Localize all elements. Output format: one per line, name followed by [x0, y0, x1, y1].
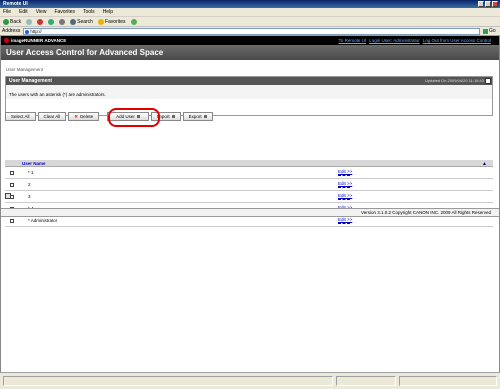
refresh-icon[interactable]	[485, 78, 491, 84]
star-icon	[97, 18, 104, 25]
ie-page-icon	[25, 29, 30, 34]
address-input[interactable]: http://	[23, 27, 480, 35]
expand-icon[interactable]	[5, 193, 11, 199]
canon-logo-icon	[4, 38, 9, 43]
stop-icon	[37, 18, 44, 25]
edit-link[interactable]: Edit >>	[338, 181, 352, 188]
export-button[interactable]: Export	[182, 112, 213, 121]
edit-link[interactable]: Edit >>	[338, 193, 352, 200]
menu-edit[interactable]: Edit	[19, 9, 28, 15]
forward-button[interactable]	[26, 18, 33, 25]
maximize-button[interactable]	[485, 1, 491, 7]
delete-button[interactable]: ✕ Delete	[68, 112, 100, 121]
back-arrow-icon	[3, 18, 9, 25]
to-remote-ui-link[interactable]: To Remote UI	[339, 38, 367, 43]
user-management-section: User Management Updated On 2009/04/20 11…	[5, 76, 493, 116]
refresh-icon	[48, 18, 55, 25]
breadcrumb: User Management	[6, 67, 44, 72]
forward-arrow-icon	[26, 18, 33, 25]
clear-all-button[interactable]: Clear All	[37, 112, 67, 121]
page-content: imageRUNNER ADVANCE To Remote UI Login U…	[0, 36, 500, 372]
admin-note: The users with an asterisk (*) are admin…	[6, 85, 492, 99]
logout-link[interactable]: Log Out from User Access Control	[423, 38, 491, 43]
home-icon	[59, 18, 66, 25]
updated-timestamp: Updated On 2009/04/20 11:16:43	[424, 78, 484, 83]
address-label: Address	[2, 28, 21, 34]
popup-icon	[171, 115, 175, 118]
login-user-link[interactable]: Login User: Administrator	[369, 38, 420, 43]
status-segment	[3, 376, 333, 386]
page-title: User Access Control for Advanced Space	[1, 45, 499, 60]
search-icon	[70, 18, 77, 25]
row-checkbox[interactable]	[10, 171, 14, 175]
back-button[interactable]: Back	[3, 18, 21, 25]
add-user-highlight	[108, 108, 160, 127]
user-name-cell: 2	[28, 182, 31, 187]
row-checkbox[interactable]	[10, 219, 14, 223]
browser-toolbar: Back Search Favorites	[0, 17, 500, 27]
menu-view[interactable]: View	[36, 9, 47, 15]
address-bar: Address http:// Go	[0, 27, 500, 36]
favorites-button[interactable]: Favorites	[97, 18, 126, 25]
table-header: User Name ▲	[5, 160, 493, 167]
status-segment	[336, 376, 396, 386]
menu-tools[interactable]: Tools	[83, 9, 95, 15]
menu-help[interactable]: Help	[103, 9, 113, 15]
stop-button[interactable]	[37, 18, 44, 25]
brand-bar: imageRUNNER ADVANCE To Remote UI Login U…	[1, 36, 499, 45]
user-name-cell: * Administrator	[28, 218, 58, 223]
select-all-button[interactable]: Select All	[5, 112, 36, 121]
minimize-button[interactable]	[478, 1, 484, 7]
user-name-cell: * 1	[28, 170, 34, 175]
refresh-button[interactable]	[48, 18, 55, 25]
window-title-bar: Remote UI	[0, 0, 500, 8]
section-header: User Management Updated On 2009/04/20 11…	[6, 77, 492, 85]
table-row: 2 Edit >>	[5, 179, 493, 191]
footer-copyright: Version 3.1.0.2 Copyright CANON INC. 200…	[1, 208, 499, 217]
go-button[interactable]: Go	[483, 28, 497, 35]
table-row: * 1 Edit >>	[5, 167, 493, 179]
window-title: Remote UI	[3, 1, 28, 7]
status-segment	[399, 376, 497, 386]
brand-logo: imageRUNNER ADVANCE	[4, 38, 66, 43]
sort-icon[interactable]: ▲	[482, 161, 487, 167]
section-title: User Management	[9, 78, 53, 84]
row-checkbox[interactable]	[10, 183, 14, 187]
history-button[interactable]	[130, 18, 137, 25]
table-row: 3 Edit >>	[5, 191, 493, 203]
address-value: http://	[30, 28, 42, 34]
user-name-header[interactable]: User Name	[22, 160, 46, 167]
home-button[interactable]	[59, 18, 66, 25]
edit-link[interactable]: Edit >>	[338, 217, 352, 224]
menu-file[interactable]: File	[3, 9, 11, 15]
close-window-button[interactable]	[492, 1, 498, 7]
go-arrow-icon	[483, 28, 488, 34]
edit-link[interactable]: Edit >>	[338, 169, 352, 176]
user-name-cell: 3	[28, 194, 31, 199]
popup-icon	[203, 115, 207, 118]
status-bar	[0, 372, 500, 389]
menu-favorites[interactable]: Favorites	[54, 9, 75, 15]
top-links: To Remote UI Login User: Administrator L…	[339, 38, 491, 43]
delete-x-icon: ✕	[74, 113, 79, 119]
search-button[interactable]: Search	[70, 18, 93, 25]
menu-bar: File Edit View Favorites Tools Help	[0, 8, 500, 17]
history-icon	[130, 18, 137, 25]
